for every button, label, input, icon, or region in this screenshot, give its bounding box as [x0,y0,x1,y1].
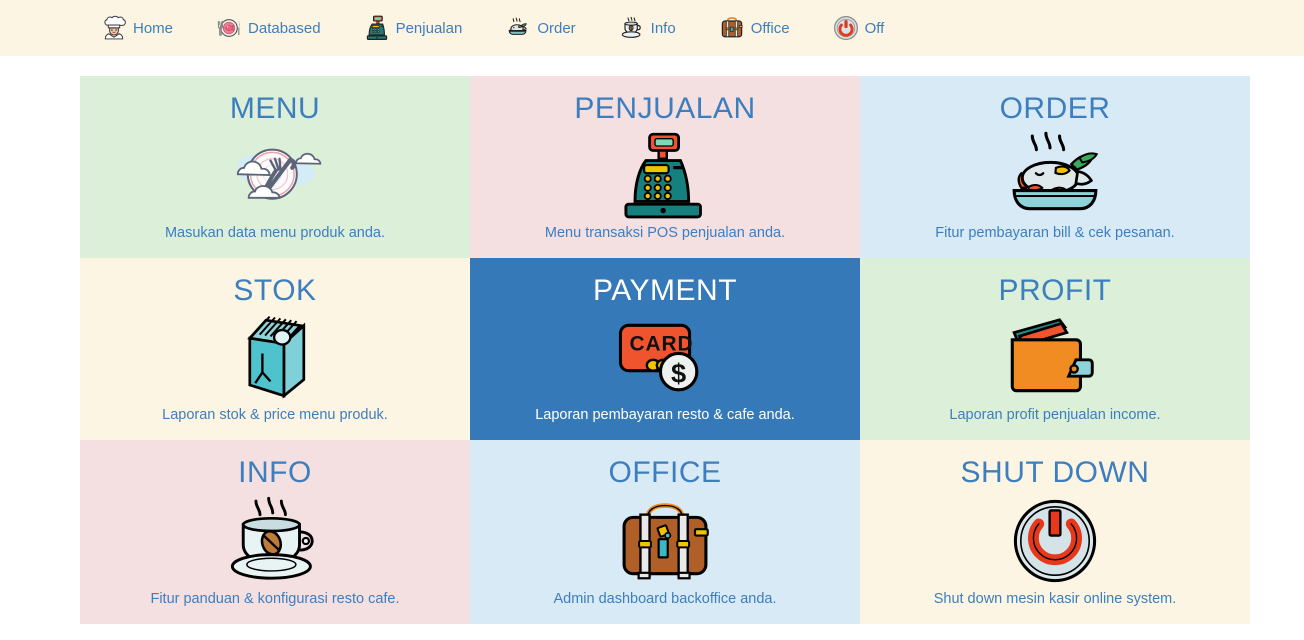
nav-item-home[interactable]: Home [100,14,173,42]
fish-dish-icon [860,126,1250,225]
nav-item-off[interactable]: Off [832,14,885,42]
dashboard-tile-grid: MENU Masukan data menu produk anda. PENJ… [80,76,1250,624]
tile-description: Masukan data menu produk anda. [164,225,386,241]
tile-description: Shut down mesin kasir online system. [933,591,1177,607]
tile-description: Fitur panduan & konfigurasi resto cafe. [150,591,400,607]
tile-title: STOK [233,274,317,307]
nav-item-databased[interactable]: Databased [215,14,321,42]
nav-item-label: Off [864,19,885,37]
tile-office[interactable]: OFFICE Admin dashboard backoffice anda. [470,440,860,624]
coffee-cup-icon [618,14,646,42]
nav-item-label: Penjualan [395,19,463,37]
tile-title: PENJUALAN [574,92,756,125]
wallet-icon [860,308,1250,407]
tile-payment[interactable]: PAYMENT CARD $ Laporan pembayaran resto … [470,258,860,440]
briefcase-icon [718,14,746,42]
nav-item-label: Info [650,19,676,37]
cash-register-icon [470,126,860,225]
tile-title: SHUT DOWN [960,456,1150,489]
plate-cutlery-icon [215,14,243,42]
nav-item-label: Office [750,19,790,37]
fish-dish-icon [504,14,532,42]
tile-stok[interactable]: STOK Laporan stok & price menu produk. [80,258,470,440]
nav-item-label: Databased [248,19,321,37]
power-icon [832,14,860,42]
svg-text:CARD: CARD [630,332,694,355]
tile-description: Fitur pembayaran bill & cek pesanan. [935,225,1175,241]
coffee-cup-icon [80,490,470,591]
svg-text:$: $ [671,357,686,388]
tile-info[interactable]: INFO Fitur panduan & konfigurasi resto c… [80,440,470,624]
tile-penjualan[interactable]: PENJUALAN Menu transaksi POS penjualan a… [470,76,860,258]
tile-title: INFO [238,456,312,489]
tile-order[interactable]: ORDER Fitur pembayaran bill & cek pesana… [860,76,1250,258]
briefcase-icon [470,490,860,591]
cash-register-icon [363,14,391,42]
credit-card-coins-icon: CARD $ [470,308,860,407]
tile-description: Laporan profit penjualan income. [949,407,1161,423]
milk-carton-icon [80,308,470,407]
nav-item-info[interactable]: Info [618,14,676,42]
tile-description: Laporan pembayaran resto & cafe anda. [535,407,795,423]
nav-item-label: Home [133,19,174,37]
nav-item-office[interactable]: Office [718,14,790,42]
nav-item-label: Order [537,19,576,37]
top-navigation-bar: Home Databased Penjualan Order Info Offi… [0,0,1304,56]
power-button-icon [860,490,1250,591]
tile-profit[interactable]: PROFIT Laporan profit penjualan income. [860,258,1250,440]
tile-title: PROFIT [998,274,1112,307]
tile-menu[interactable]: MENU Masukan data menu produk anda. [80,76,470,258]
tile-description: Menu transaksi POS penjualan anda. [544,225,786,241]
nav-item-penjualan[interactable]: Penjualan [363,14,463,42]
tile-title: MENU [229,92,321,125]
tile-title: OFFICE [608,456,722,489]
tile-title: PAYMENT [592,274,738,307]
tile-description: Admin dashboard backoffice anda. [553,591,777,607]
tile-shut-down[interactable]: SHUT DOWN Shut down mesin kasir online s… [860,440,1250,624]
tile-title: ORDER [999,92,1111,125]
chef-icon [100,14,128,42]
nav-item-order[interactable]: Order [504,14,576,42]
tile-description: Laporan stok & price menu produk. [162,407,388,423]
plate-fork-knife-clouds-icon [80,126,470,225]
